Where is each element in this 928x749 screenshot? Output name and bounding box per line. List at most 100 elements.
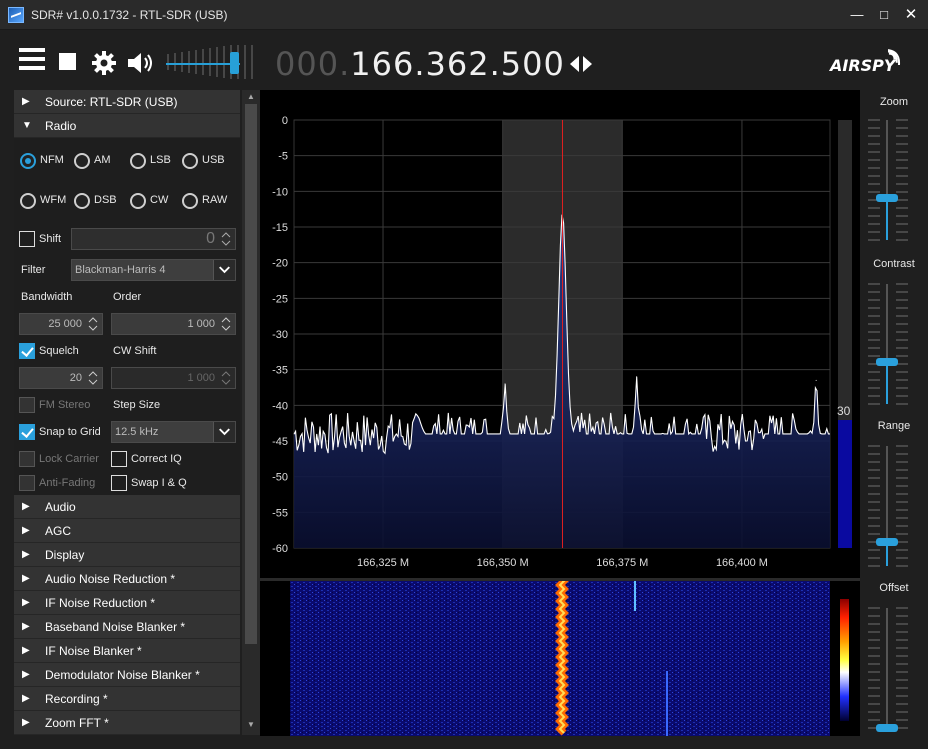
slider-thumb <box>876 538 898 546</box>
section-label: AGC <box>45 524 72 538</box>
expand-arrow-icon: ▶ <box>22 96 30 107</box>
bandwidth-input[interactable]: 25 000 <box>19 313 103 335</box>
contrast-label: Contrast <box>873 258 915 270</box>
spectrum-panel[interactable]: 0 -5 -10 -15 -20 -25 -30 -35 -40 -45 -50 -55 -60 166,… <box>260 90 860 578</box>
signal-waves-icon <box>888 48 901 65</box>
frequency-value: 166.362.500 <box>350 45 565 83</box>
peak-point <box>815 379 817 381</box>
y-tick-label: -40 <box>272 400 288 412</box>
panel-scrollbar[interactable]: ▲ ▼ <box>242 90 260 735</box>
section-if-noise-blanker[interactable]: ▶ IF Noise Blanker * <box>14 639 240 663</box>
y-tick-label: -50 <box>272 472 288 484</box>
mode-radio-wfm[interactable]: WFM <box>20 192 72 210</box>
volume-scale <box>167 45 253 79</box>
stop-icon[interactable] <box>59 53 76 70</box>
expand-arrow-icon: ▶ <box>22 669 30 680</box>
minimize-button[interactable]: — <box>847 6 867 24</box>
section-label: Zoom FFT * <box>45 716 109 730</box>
expand-arrow-icon: ▶ <box>22 549 30 560</box>
y-tick-label: -60 <box>272 543 288 555</box>
section-radio[interactable]: ▼ Radio <box>14 114 240 138</box>
waterfall-color-scale <box>840 599 849 721</box>
squelch-input[interactable]: 20 <box>19 367 103 389</box>
swap-iq-checkbox[interactable]: Swap I & Q <box>111 475 196 493</box>
section-label: IF Noise Blanker * <box>45 644 142 658</box>
section-recording[interactable]: ▶ Recording * <box>14 687 240 711</box>
maximize-button[interactable]: □ <box>874 6 894 24</box>
bandwidth-label: Bandwidth <box>21 291 73 303</box>
range-slider[interactable] <box>860 440 928 576</box>
mode-radio-raw[interactable]: RAW <box>182 192 234 210</box>
contrast-slider[interactable] <box>860 278 928 414</box>
y-tick-label: -10 <box>272 186 288 198</box>
spin-icon[interactable] <box>219 369 233 387</box>
x-tick-label: 166,375 M <box>596 557 648 569</box>
volume-slider[interactable] <box>230 52 239 74</box>
scroll-up-icon[interactable]: ▲ <box>247 92 255 101</box>
spectrum-chart[interactable]: 0 -5 -10 -15 -20 -25 -30 -35 -40 -45 -50 -55 -60 166,… <box>260 90 860 578</box>
section-label: Baseband Noise Blanker * <box>45 620 186 634</box>
mode-radio-lsb[interactable]: LSB <box>130 152 182 170</box>
section-if-noise-reduction[interactable]: ▶ IF Noise Reduction * <box>14 591 240 615</box>
x-tick-label: 166,350 M <box>477 557 529 569</box>
close-button[interactable]: ✕ <box>901 6 921 24</box>
y-tick-label: -20 <box>272 258 288 270</box>
step-size-select[interactable]: 12.5 kHz <box>111 421 236 443</box>
offset-label: Offset <box>879 582 909 594</box>
zoom-slider[interactable] <box>860 114 928 250</box>
cw-shift-input[interactable]: 1 000 <box>111 367 236 389</box>
spin-icon[interactable] <box>219 230 233 248</box>
y-tick-label: -25 <box>272 293 288 305</box>
section-audio-noise-reduction[interactable]: ▶ Audio Noise Reduction * <box>14 567 240 591</box>
mode-radio-dsb[interactable]: DSB <box>74 192 126 210</box>
app-icon <box>8 7 24 23</box>
expand-arrow-icon: ▶ <box>22 645 30 656</box>
filter-select[interactable]: Blackman-Harris 4 <box>71 259 236 281</box>
anti-fading-checkbox[interactable]: Anti-Fading <box>19 475 104 493</box>
section-demodulator-noise-blanker[interactable]: ▶ Demodulator Noise Blanker * <box>14 663 240 687</box>
order-input[interactable]: 1 000 <box>111 313 236 335</box>
section-audio[interactable]: ▶ Audio <box>14 495 240 519</box>
expand-arrow-icon: ▶ <box>22 501 30 512</box>
section-baseband-noise-blanker[interactable]: ▶ Baseband Noise Blanker * <box>14 615 240 639</box>
section-display[interactable]: ▶ Display <box>14 543 240 567</box>
mode-radio-nfm[interactable]: NFM <box>20 152 72 170</box>
section-label: Audio Noise Reduction * <box>45 572 176 586</box>
mode-radio-usb[interactable]: USB <box>182 152 234 170</box>
offset-slider[interactable] <box>860 602 928 738</box>
scroll-thumb[interactable] <box>245 104 257 644</box>
spin-icon[interactable] <box>86 315 100 333</box>
mode-radio-am[interactable]: AM <box>74 152 126 170</box>
frequency-display[interactable]: 000.166.362.500 <box>275 45 565 83</box>
spin-icon[interactable] <box>219 315 233 333</box>
slider-thumb <box>876 724 898 732</box>
gear-icon[interactable] <box>91 50 117 76</box>
tune-arrows-icon[interactable] <box>568 55 594 73</box>
filter-label: Filter <box>21 264 46 276</box>
squelch-checkbox[interactable]: Squelch <box>19 343 99 361</box>
section-label: IF Noise Reduction * <box>45 596 156 610</box>
section-zoom-fft[interactable]: ▶ Zoom FFT * <box>14 711 240 735</box>
shift-input[interactable]: 0 <box>71 228 236 250</box>
level-meter-value: 30 <box>837 404 851 418</box>
control-panel: ▶ Source: RTL-SDR (USB) ▼ Radio NFM AM LSB… <box>14 90 240 735</box>
section-source[interactable]: ▶ Source: RTL-SDR (USB) <box>14 90 240 114</box>
speaker-icon[interactable] <box>126 50 156 76</box>
mode-radio-cw[interactable]: CW <box>130 192 182 210</box>
waterfall-panel[interactable] <box>260 577 860 736</box>
lock-carrier-checkbox[interactable]: Lock Carrier <box>19 451 104 469</box>
menu-icon[interactable] <box>19 48 45 70</box>
step-size-label: Step Size <box>113 399 161 411</box>
slider-thumb <box>876 194 898 202</box>
cw-shift-label: CW Shift <box>113 345 157 357</box>
snap-to-grid-checkbox[interactable]: Snap to Grid <box>19 424 109 442</box>
chevron-down-icon <box>213 260 235 280</box>
fm-stereo-checkbox[interactable]: FM Stereo <box>19 397 104 415</box>
scroll-down-icon[interactable]: ▼ <box>247 720 255 729</box>
correct-iq-checkbox[interactable]: Correct IQ <box>111 451 196 469</box>
spin-icon[interactable] <box>86 369 100 387</box>
shift-checkbox[interactable]: Shift <box>19 231 79 249</box>
level-meter-fill <box>838 420 852 548</box>
section-agc[interactable]: ▶ AGC <box>14 519 240 543</box>
waterfall-display[interactable] <box>260 577 860 736</box>
